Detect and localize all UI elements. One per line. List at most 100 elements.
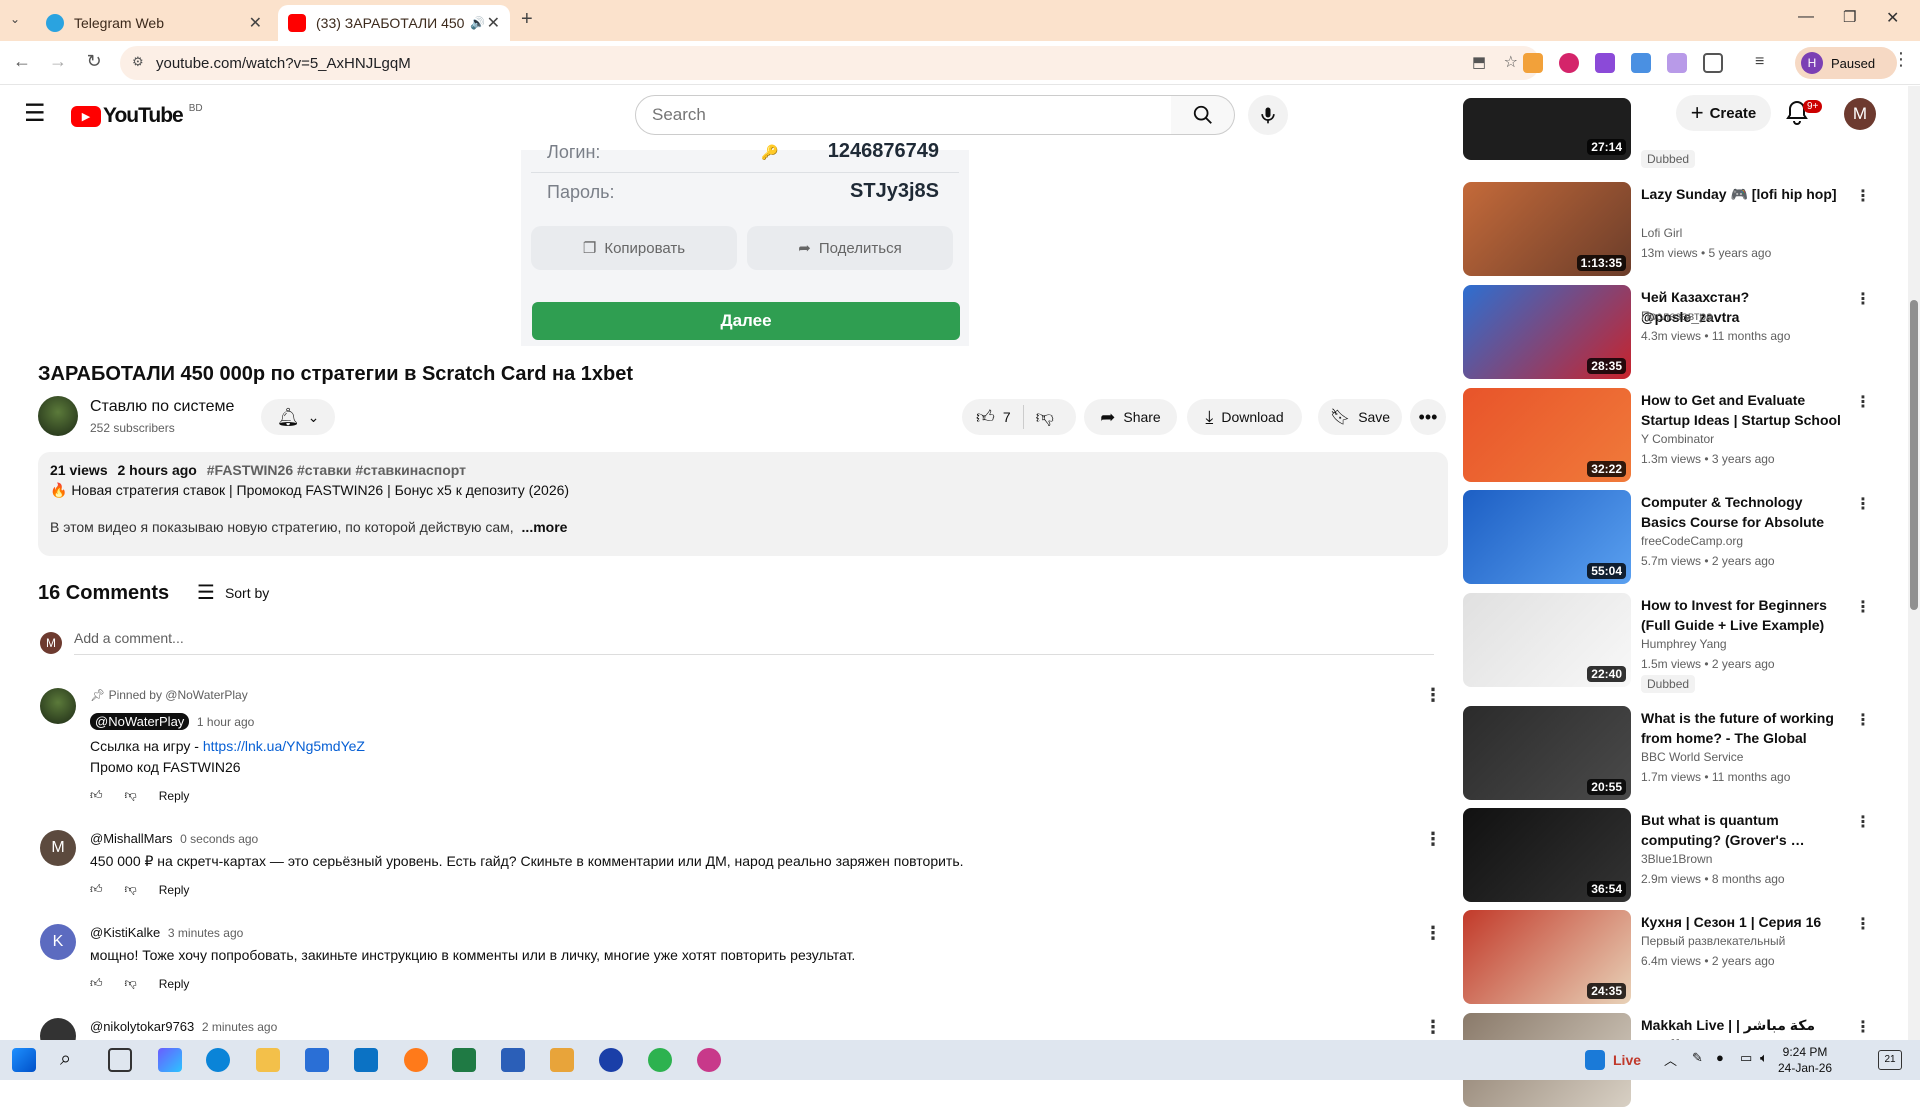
restore-button[interactable]: ❐: [1843, 8, 1856, 26]
edge-icon[interactable]: [206, 1048, 230, 1072]
site-info-icon[interactable]: ⚙: [132, 54, 144, 70]
recommended-video[interactable]: 55:04 Computer & Technology Basics Course…: [1463, 490, 1871, 586]
video-thumbnail[interactable]: 36:54: [1463, 808, 1631, 902]
extension-capture-icon[interactable]: [1631, 53, 1651, 73]
recommended-video-title[interactable]: How to Invest for Beginners (Full Guide …: [1641, 595, 1846, 635]
task-view-icon[interactable]: [108, 1048, 132, 1072]
extension-shield-icon[interactable]: [1559, 53, 1579, 73]
bookmark-star-icon[interactable]: ☆: [1504, 52, 1518, 72]
thumbs-up-icon[interactable]: 👍︎: [90, 882, 103, 897]
recommended-video[interactable]: 20:55 What is the future of working from …: [1463, 706, 1871, 802]
video-menu-icon[interactable]: ⋮: [1855, 289, 1871, 309]
comment-author[interactable]: @KistiKalke: [90, 925, 160, 940]
start-icon[interactable]: [12, 1048, 36, 1072]
tab-list-chevron-icon[interactable]: ⌄: [10, 12, 20, 26]
recommended-video-title[interactable]: What is the future of working from home?…: [1641, 708, 1846, 748]
thumbs-up-icon[interactable]: 👍︎: [90, 788, 103, 803]
tray-app-icon[interactable]: ●: [1716, 1050, 1724, 1065]
thumbs-up-icon[interactable]: 👍︎: [90, 976, 103, 991]
reply-button[interactable]: Reply: [159, 883, 190, 897]
reload-button[interactable]: ↻: [82, 51, 106, 72]
subscription-bell-button[interactable]: 🔔︎ ⌄: [261, 399, 335, 435]
extension-grid-icon[interactable]: [1667, 53, 1687, 73]
close-icon[interactable]: ✕: [487, 13, 500, 33]
more-actions-button[interactable]: •••: [1410, 399, 1446, 435]
weather-widget[interactable]: Live: [1585, 1050, 1641, 1070]
extension-metamask-icon[interactable]: [1523, 53, 1543, 73]
video-thumbnail[interactable]: 28:35: [1463, 285, 1631, 379]
comment-time[interactable]: 2 minutes ago: [202, 1020, 277, 1034]
back-button[interactable]: ←: [10, 51, 34, 72]
comment-author[interactable]: @MishallMars: [90, 831, 173, 846]
media-controls-icon[interactable]: ≡: [1755, 53, 1775, 73]
browser-menu-icon[interactable]: ⋮: [1892, 49, 1910, 70]
channel-name[interactable]: 3Blue1Brown: [1641, 852, 1712, 866]
outlook-icon[interactable]: [354, 1048, 378, 1072]
page-scrollbar-thumb[interactable]: [1910, 300, 1918, 610]
video-player[interactable]: Логин: 🔑 1246876749 Пароль: STJy3j8S ❐ К…: [521, 140, 969, 346]
video-thumbnail[interactable]: 55:04: [1463, 490, 1631, 584]
download-button[interactable]: ⤓ Download: [1187, 399, 1302, 435]
extensions-puzzle-icon[interactable]: [1703, 53, 1723, 73]
sort-by-button[interactable]: ☰ Sort by: [197, 580, 269, 605]
hashtags[interactable]: #FASTWIN26 #ставки #ставкинаспорт: [207, 462, 466, 478]
description-box[interactable]: 21 views 2 hours ago #FASTWIN26 #ставки …: [38, 452, 1448, 556]
new-tab-button[interactable]: +: [521, 8, 533, 31]
hamburger-menu-icon[interactable]: ☰: [24, 102, 46, 126]
chrome-profile-icon[interactable]: [697, 1048, 721, 1072]
thumbs-down-icon[interactable]: 👎︎: [125, 882, 137, 897]
channel-name[interactable]: Humphrey Yang: [1641, 637, 1727, 651]
firefox-icon[interactable]: [404, 1048, 428, 1072]
taskbar-clock[interactable]: 9:24 PM 24-Jan-26: [1778, 1044, 1832, 1076]
video-thumbnail[interactable]: 32:22: [1463, 388, 1631, 482]
video-menu-icon[interactable]: ⋮: [1855, 710, 1871, 730]
comment-time[interactable]: 0 seconds ago: [180, 832, 258, 846]
comment-time[interactable]: 1 hour ago: [197, 715, 254, 729]
tab-telegram[interactable]: Telegram Web ✕: [36, 5, 272, 41]
close-icon[interactable]: ✕: [249, 13, 262, 33]
channel-name[interactable]: Первый развлекательный: [1641, 934, 1785, 948]
recommended-video[interactable]: 28:35 Чей Казахстан? @posle_zavtra Послеза…: [1463, 285, 1871, 381]
search-button[interactable]: [1171, 95, 1235, 135]
create-button[interactable]: + Create: [1676, 95, 1771, 131]
share-button[interactable]: ➦ Share: [1084, 399, 1177, 435]
network-icon[interactable]: ▭: [1740, 1050, 1752, 1066]
dislike-button[interactable]: 👎︎: [1036, 406, 1054, 428]
tray-pen-icon[interactable]: ✎: [1692, 1050, 1703, 1066]
close-window-button[interactable]: ✕: [1886, 8, 1899, 28]
comment-link[interactable]: https://lnk.ua/YNg5mdYeZ: [203, 738, 365, 754]
recommended-video[interactable]: 24:35 Кухня | Сезон 1 | Серия 16 Первый ра…: [1463, 910, 1871, 1006]
copilot-icon[interactable]: [158, 1048, 182, 1072]
comment-avatar[interactable]: [40, 688, 76, 724]
store-icon[interactable]: [305, 1048, 329, 1072]
video-menu-icon[interactable]: ⋮: [1855, 392, 1871, 412]
video-thumbnail[interactable]: 22:40: [1463, 593, 1631, 687]
extension-c-icon[interactable]: [1595, 53, 1615, 73]
channel-name[interactable]: Ставлю по системе: [90, 398, 234, 416]
video-thumbnail[interactable]: 20:55: [1463, 706, 1631, 800]
channel-name[interactable]: Y Combinator: [1641, 432, 1714, 446]
comment-menu-icon[interactable]: ⋮: [1424, 830, 1442, 848]
voice-search-button[interactable]: [1248, 95, 1288, 135]
recommended-video-title[interactable]: Lazy Sunday 🎮 [lofi hip hop]: [1641, 184, 1846, 204]
video-menu-icon[interactable]: ⋮: [1855, 1017, 1871, 1037]
recommended-video-title[interactable]: But what is quantum computing? (Grover's…: [1641, 810, 1846, 850]
tab-youtube-video[interactable]: (33) ЗАРАБОТАЛИ 450 000 🔊 ✕: [278, 5, 510, 41]
youtube-logo[interactable]: ▶ YouTube BD: [71, 103, 203, 128]
video-menu-icon[interactable]: ⋮: [1855, 494, 1871, 514]
show-more-link[interactable]: ...more: [522, 519, 568, 535]
save-button[interactable]: 🔖︎ Save: [1318, 399, 1402, 435]
thumbs-down-icon[interactable]: 👎︎: [125, 788, 137, 803]
channel-avatar[interactable]: [38, 396, 78, 436]
comment-author[interactable]: @nikolytokar9763: [90, 1019, 194, 1034]
comment-avatar[interactable]: K: [40, 924, 76, 960]
app-stack-icon[interactable]: [550, 1048, 574, 1072]
comment-author[interactable]: @NoWaterPlay: [90, 713, 190, 730]
recommended-video[interactable]: 22:40 How to Invest for Beginners (Full G…: [1463, 593, 1871, 693]
channel-name[interactable]: Послезавтра: [1641, 309, 1713, 323]
video-menu-icon[interactable]: ⋮: [1855, 812, 1871, 832]
video-thumbnail[interactable]: 24:35: [1463, 910, 1631, 1004]
video-menu-icon[interactable]: ⋮: [1855, 914, 1871, 934]
address-bar[interactable]: ⚙ youtube.com/watch?v=5_AxHNJLgqM ⬒ ☆: [120, 46, 1540, 80]
chrome-icon[interactable]: [648, 1048, 672, 1072]
